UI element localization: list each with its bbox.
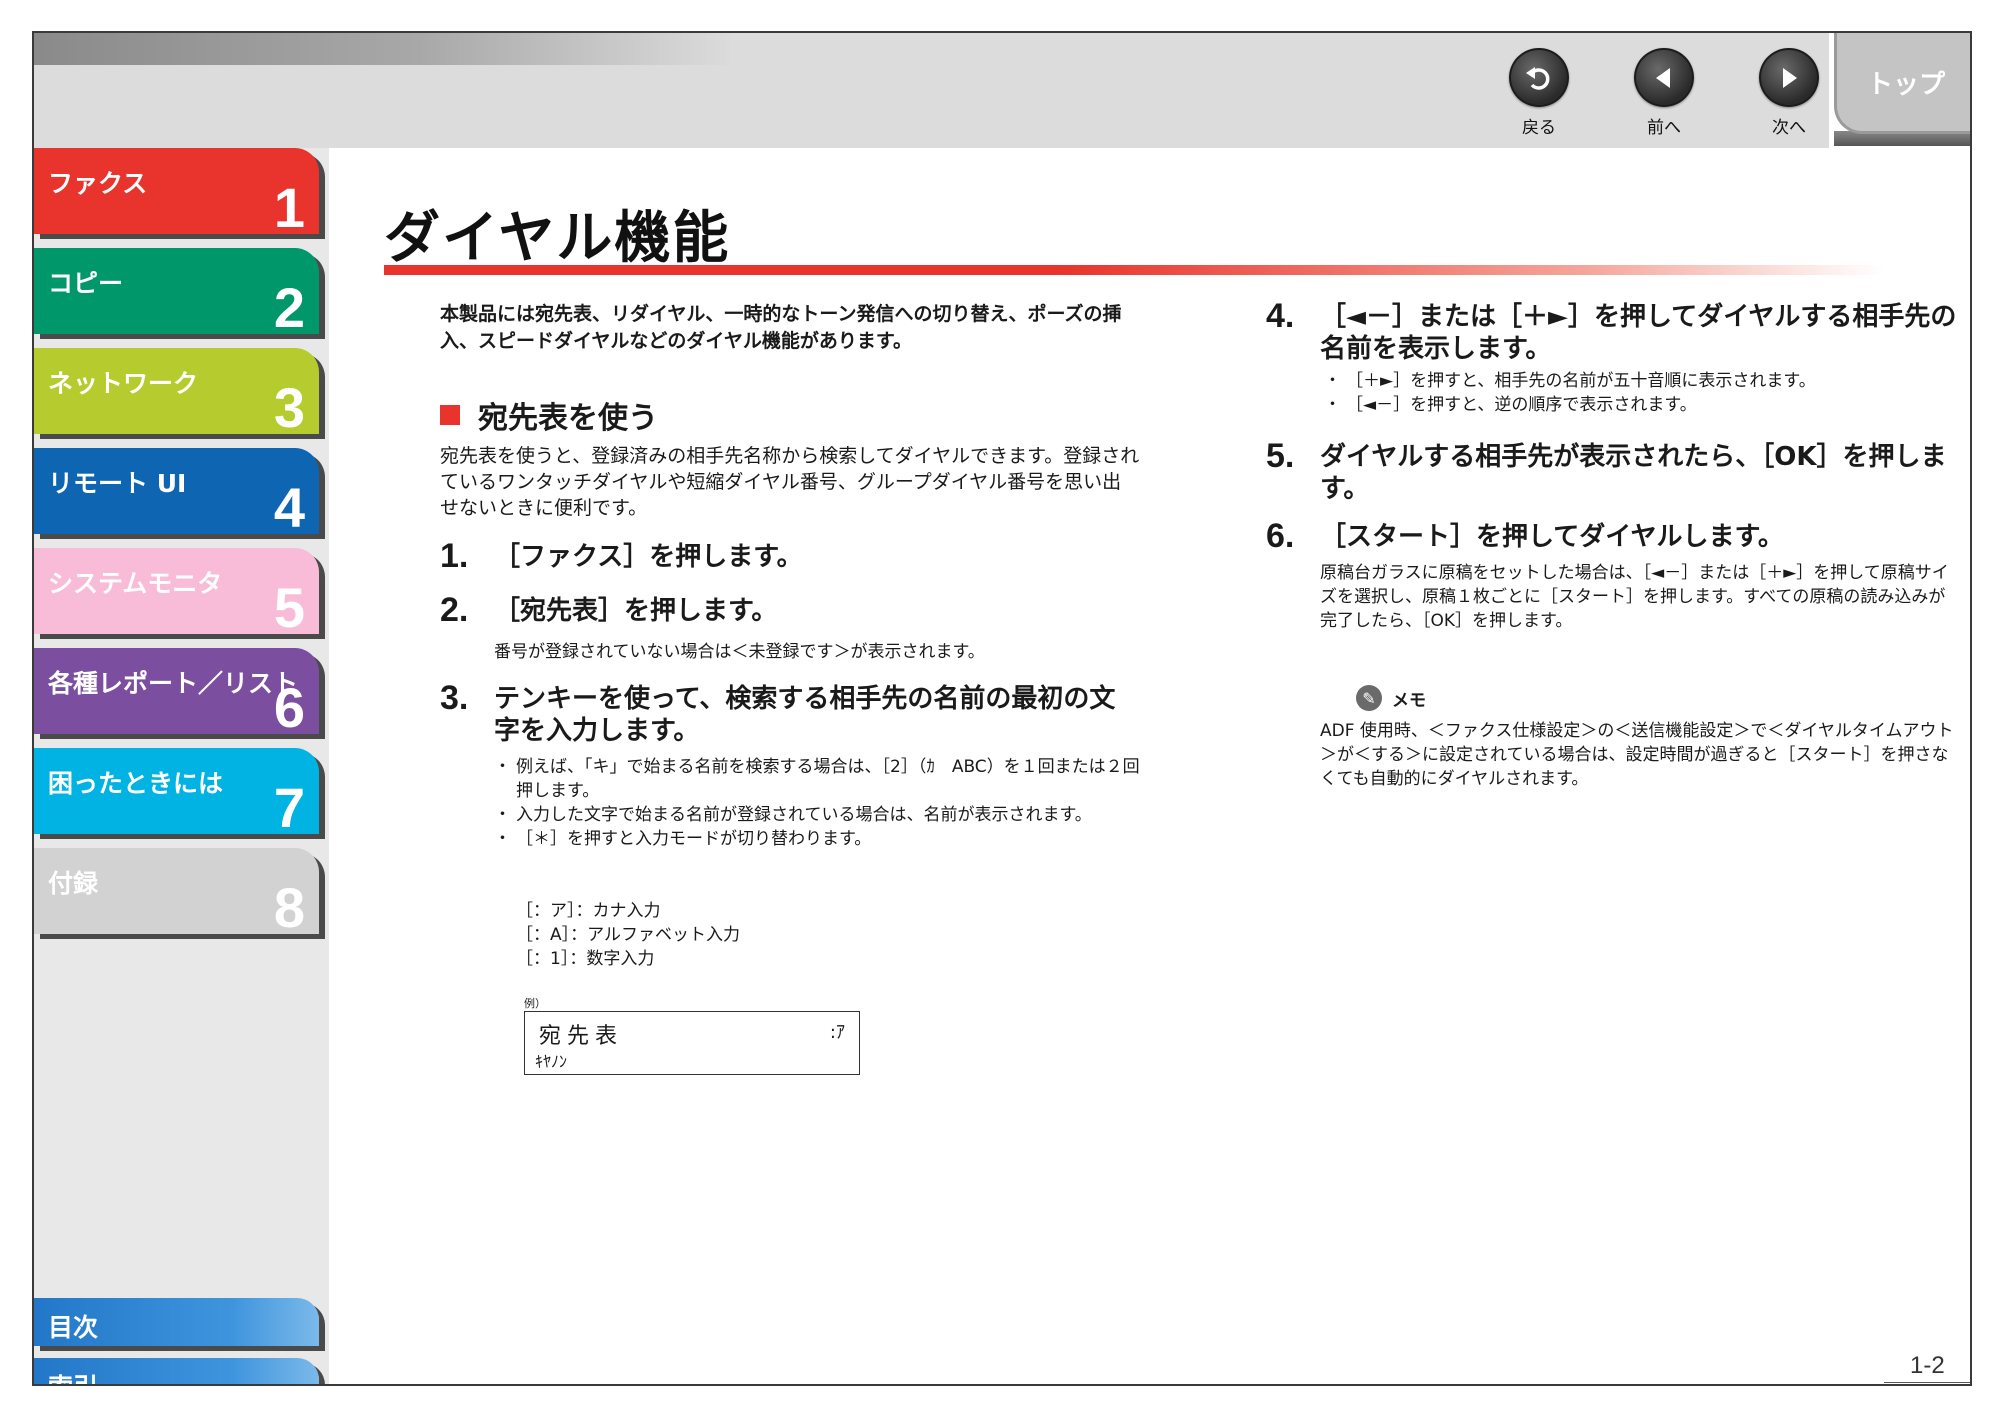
step-text: ［ファクス］を押します。 xyxy=(494,542,803,572)
lcd-line-2: ｷﾔﾉﾝ xyxy=(535,1052,568,1071)
chapter-number: 8 xyxy=(273,876,305,939)
section-body: 宛先表を使うと、登録済みの相手先名称から検索してダイヤルできます。登録されている… xyxy=(440,445,1140,519)
chapter-number: 3 xyxy=(273,376,305,439)
right-triangle-icon xyxy=(1759,48,1819,107)
mode-item: ［：1］：数字入力 xyxy=(516,949,655,969)
left-triangle-icon xyxy=(1634,48,1694,107)
step-text: ［スタート］を押してダイヤルします。 xyxy=(1320,522,1784,552)
step-text: テンキーを使って、検索する相手先の名前の最初の文字を入力します。 xyxy=(494,684,1116,746)
back-arrow-icon xyxy=(1509,48,1569,107)
chapter-tab-7[interactable]: 困ったときには 7 xyxy=(34,748,319,839)
chapter-label: 各種レポート／リスト xyxy=(48,669,299,698)
page-title: ダイヤル機能 xyxy=(384,206,731,271)
mode-item: ［：ア］：カナ入力 xyxy=(516,901,661,921)
step-4-bullets: ［＋►］を押すと、相手先の名前が五十音順に表示されます。 ［◄－］を押すと、逆の… xyxy=(1324,369,1964,417)
chapter-number: 7 xyxy=(273,776,305,839)
step-text: ダイヤルする相手先が表示されたら、［OK］を押します。 xyxy=(1320,442,1947,504)
chapter-number: 4 xyxy=(273,476,305,539)
chapter-tab-3[interactable]: ネットワーク 3 xyxy=(34,348,319,439)
step-number: 6. xyxy=(1266,517,1295,555)
prev-button[interactable]: 前へ xyxy=(1619,48,1709,138)
step-number: 2. xyxy=(440,591,469,629)
chapter-label: 困ったときには xyxy=(48,769,224,798)
step-text: ［◄－］または［＋►］を押してダイヤルする相手先の名前を表示します。 xyxy=(1320,302,1957,364)
page-number: 1-2 xyxy=(1910,1352,1945,1379)
input-mode-list: ［：ア］：カナ入力 ［：A］：アルファベット入力 ［：1］：数字入力 xyxy=(516,899,740,971)
list-item: 入力した文字で始まる名前が登録されている場合は、名前が表示されます。 xyxy=(494,803,1154,827)
page-number-rule xyxy=(1884,1382,1970,1383)
chapter-tab-5[interactable]: システムモニタ 5 xyxy=(34,548,319,639)
list-item: ［◄－］を押すと、逆の順序で表示されます。 xyxy=(1324,393,1964,417)
list-item: ［＋►］を押すと、相手先の名前が五十音順に表示されます。 xyxy=(1324,369,1964,393)
chapter-label: 付録 xyxy=(48,869,99,898)
chapter-tab-2[interactable]: コピー 2 xyxy=(34,248,319,339)
chapter-label: システムモニタ xyxy=(48,569,223,598)
next-button[interactable]: 次へ xyxy=(1744,48,1834,138)
back-button[interactable]: 戻る xyxy=(1494,48,1584,138)
memo-heading: ✎ メモ xyxy=(1356,685,1426,711)
lcd-line-1: 宛先表 xyxy=(539,1024,624,1049)
chapter-tab-1[interactable]: ファクス 1 xyxy=(34,148,319,239)
index-link[interactable]: 索引 xyxy=(34,1358,319,1384)
intro-text: 本製品には宛先表、リダイヤル、一時的なトーン発信への切り替え、ポーズの挿入、スピ… xyxy=(440,303,1122,352)
chapter-number: 6 xyxy=(273,676,305,739)
step-number: 4. xyxy=(1266,297,1295,335)
back-label: 戻る xyxy=(1522,118,1556,138)
step-number: 3. xyxy=(440,679,469,717)
chapter-label: リモート UI xyxy=(48,469,187,498)
chapter-label: コピー xyxy=(48,269,124,298)
step-number: 1. xyxy=(440,537,469,575)
step-text: ［宛先表］を押します。 xyxy=(494,596,778,626)
pencil-icon: ✎ xyxy=(1356,685,1382,711)
chapter-number: 2 xyxy=(273,276,305,339)
chapter-tab-4[interactable]: リモート UI 4 xyxy=(34,448,319,539)
chapter-label: ファクス xyxy=(48,169,148,198)
lcd-caption: 例） xyxy=(524,997,546,1010)
memo-title: メモ xyxy=(1392,690,1426,711)
title-underline xyxy=(384,265,1884,275)
index-label: 索引 xyxy=(48,1368,98,1384)
memo-body: ADF 使用時、＜ファクス仕様設定＞の＜送信機能設定＞で＜ダイヤルタイムアウト＞… xyxy=(1320,721,1954,789)
chapter-number: 1 xyxy=(273,176,305,239)
top-bar-gradient xyxy=(34,33,734,65)
chapter-tab-8[interactable]: 付録 8 xyxy=(34,848,319,939)
next-label: 次へ xyxy=(1772,118,1806,138)
red-square-icon xyxy=(440,405,460,425)
toc-label: 目次 xyxy=(48,1313,99,1342)
section-title: 宛先表を使う xyxy=(478,401,658,436)
section-heading: 宛先表を使う xyxy=(440,393,658,437)
chapter-tab-6[interactable]: 各種レポート／リスト 6 xyxy=(34,648,319,739)
step-3-bullets: 例えば、「キ」で始まる名前を検索する場合は、［2］（ｶ ABC）を１回または２回… xyxy=(494,755,1154,851)
chapter-number: 5 xyxy=(273,576,305,639)
toc-link[interactable]: 目次 xyxy=(34,1298,319,1346)
list-item: 例えば、「キ」で始まる名前を検索する場合は、［2］（ｶ ABC）を１回または２回… xyxy=(494,755,1154,803)
mode-item: ［：A］：アルファベット入力 xyxy=(516,925,740,945)
top-bar: 戻る 前へ 次へ xyxy=(34,33,1829,148)
step-number: 5. xyxy=(1266,437,1295,475)
step-2-note: 番号が登録されていない場合は＜未登録です＞が表示されます。 xyxy=(494,642,985,662)
top-tab-button[interactable]: トップ xyxy=(1834,33,1970,134)
list-item: ［＊］を押すと入力モードが切り替わります。 xyxy=(494,827,1154,851)
lcd-mode: :ｱ xyxy=(829,1022,845,1043)
lcd-display-example: 宛先表 :ｱ ｷﾔﾉﾝ xyxy=(524,1011,860,1075)
step-6-note: 原稿台ガラスに原稿をセットした場合は、［◄－］または［＋►］を押して原稿サイズを… xyxy=(1320,563,1949,631)
sidebar: ファクス 1 コピー 2 ネットワーク 3 リモート UI 4 システムモニタ … xyxy=(34,148,329,1384)
chapter-label: ネットワーク xyxy=(48,369,199,398)
prev-label: 前へ xyxy=(1647,118,1681,138)
page-frame: 戻る 前へ 次へ トップ ファクス 1 コピー 2 ネットワーク 3 リモート … xyxy=(32,31,1972,1386)
